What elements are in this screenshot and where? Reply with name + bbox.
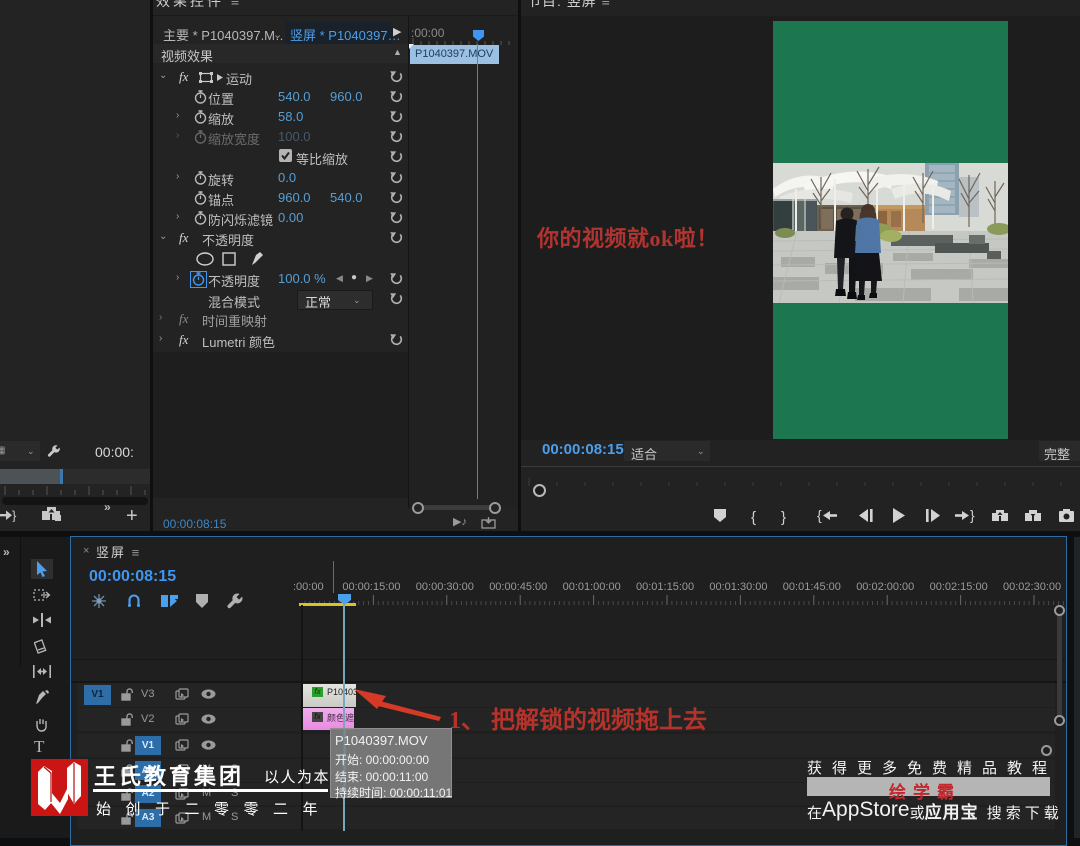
svg-text:}: }	[12, 508, 17, 522]
svg-text:}: }	[970, 507, 975, 523]
svg-text:{: {	[817, 507, 822, 523]
svg-text:}: }	[781, 509, 786, 526]
svg-text:{: {	[751, 509, 756, 526]
